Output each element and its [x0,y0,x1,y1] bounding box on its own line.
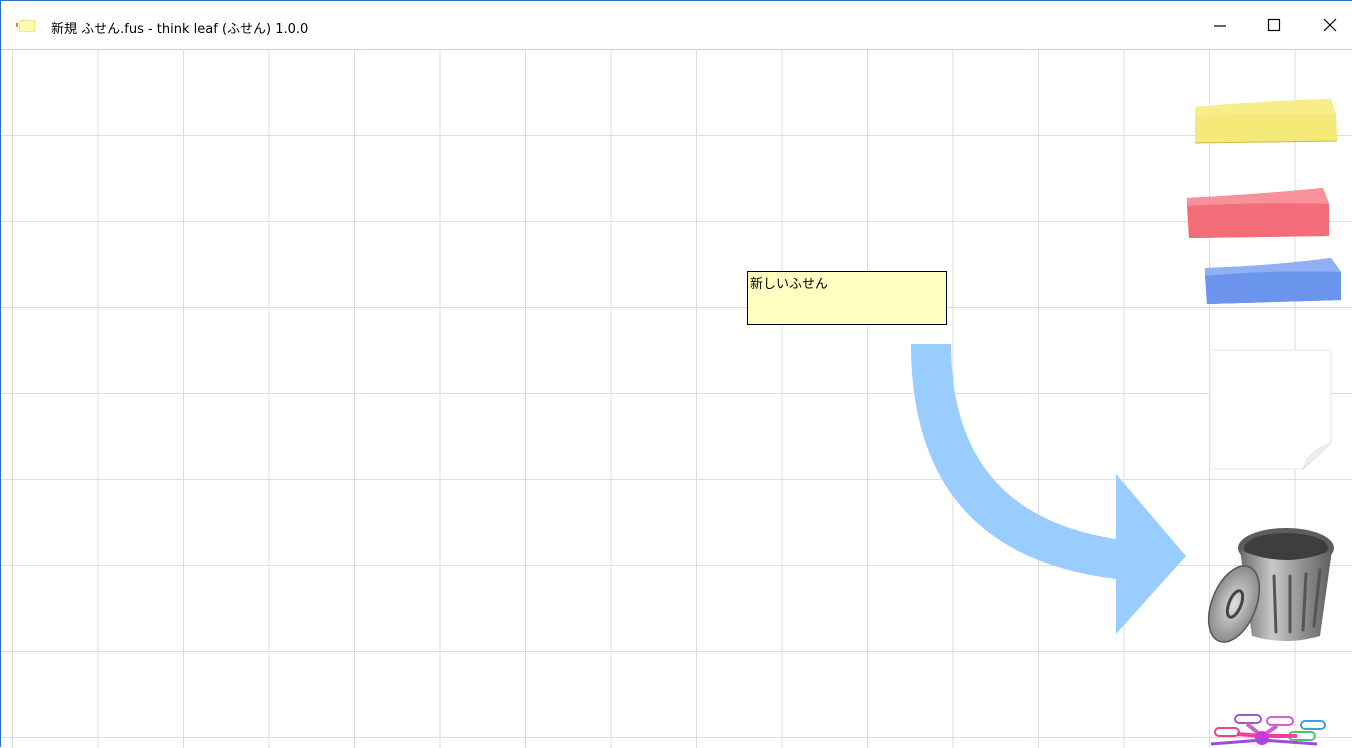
maximize-icon [1267,18,1281,32]
close-icon [1323,18,1337,32]
maximize-button[interactable] [1251,1,1297,49]
blank-paper-icon[interactable] [1207,347,1339,473]
note-canvas[interactable]: 新しいふせん [1,50,1352,748]
minimize-icon [1214,25,1226,27]
yellow-sticky-pad-icon[interactable] [1191,95,1341,147]
window-title: 新規 ふせん.fus - think leaf (ふせん) 1.0.0 [51,22,309,37]
trash-can-icon[interactable] [1204,524,1339,649]
mind-map-icon[interactable] [1207,712,1337,748]
close-button[interactable] [1307,1,1352,49]
title-bar[interactable]: 新規 ふせん.fus - think leaf (ふせん) 1.0.0 [1,1,1352,50]
red-sticky-pad-icon[interactable] [1183,186,1333,244]
sticky-note[interactable]: 新しいふせん [747,271,947,325]
guide-arrow [911,344,1186,634]
blue-sticky-pad-icon[interactable] [1201,256,1346,312]
app-window: 新規 ふせん.fus - think leaf (ふせん) 1.0.0 新しいふ… [0,0,1352,748]
app-icon [16,20,35,32]
minimize-button[interactable] [1197,1,1243,49]
